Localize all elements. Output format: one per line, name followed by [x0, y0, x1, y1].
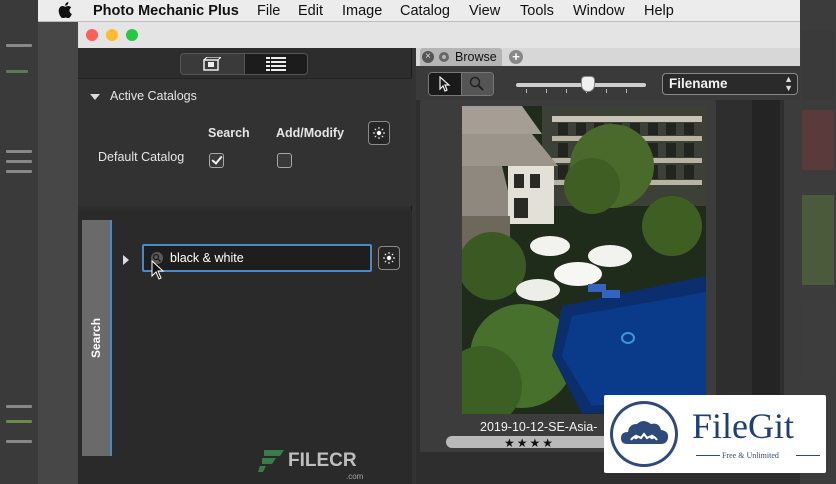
blurred-stripe — [6, 170, 32, 173]
search-side-tab-label: Search — [89, 317, 103, 359]
menu-bar: Photo Mechanic Plus File Edit Image Cata… — [38, 0, 800, 22]
slider-tick — [546, 89, 547, 93]
menu-edit[interactable]: Edit — [298, 3, 323, 19]
add-modify-column-header: Add/Modify — [276, 126, 345, 140]
magnifier-icon — [470, 76, 484, 91]
arrow-pointer-icon — [439, 76, 451, 92]
cloud-download-icon — [621, 421, 669, 444]
apple-icon[interactable] — [58, 2, 72, 22]
blurred-block — [802, 300, 834, 380]
background-desktop-left — [0, 0, 38, 484]
menu-file[interactable]: File — [257, 3, 280, 19]
sort-by-select[interactable]: Filename ▲ ▼ — [662, 73, 798, 95]
menu-catalog[interactable]: Catalog — [400, 3, 450, 19]
menu-view[interactable]: View — [469, 3, 500, 19]
blurred-stripe — [6, 44, 32, 47]
blurred-stripe — [6, 70, 28, 73]
thumbnail-filename[interactable]: 2019-10-12-SE-Asia- — [480, 420, 597, 434]
thumbnail-size-slider[interactable] — [516, 77, 646, 93]
collapse-triangle-icon[interactable] — [90, 94, 100, 100]
search-options-button[interactable] — [378, 246, 400, 270]
blurred-block — [802, 110, 834, 170]
browse-toolbar: Filename ▲ ▼ — [416, 66, 800, 100]
blurred-block — [802, 30, 834, 100]
blurred-stripe — [6, 160, 32, 163]
search-column-header: Search — [208, 126, 250, 140]
sort-by-value: Filename — [669, 76, 728, 91]
blurred-stripe — [6, 150, 32, 153]
photo-thumbnail[interactable] — [462, 106, 706, 414]
window-titlebar — [78, 22, 800, 48]
catalog-box-icon — [203, 57, 222, 71]
browse-tab-label: Browse — [455, 50, 497, 64]
menu-app-name[interactable]: Photo Mechanic Plus — [93, 3, 239, 19]
tagline-rule — [796, 455, 820, 456]
sun-icon — [383, 252, 395, 264]
filegit-tagline: Free & Unlimited — [722, 451, 779, 460]
filecr-watermark: FILECR .com — [258, 450, 363, 481]
gear-icon[interactable] — [438, 51, 450, 63]
filegit-logo-icon — [610, 401, 678, 467]
browse-tab-bar: × Browse + — [416, 48, 800, 66]
catalog-view-button[interactable] — [181, 54, 244, 74]
catalog-add-modify-checkbox[interactable] — [277, 153, 292, 168]
resort-photo-image — [462, 106, 706, 414]
mouse-cursor-icon — [151, 260, 165, 280]
zoom-tool-button[interactable] — [460, 73, 493, 95]
filegit-watermark: FileGit Free & Unlimited — [604, 395, 826, 473]
filecr-logo-icon — [258, 450, 284, 472]
menu-tools[interactable]: Tools — [520, 3, 554, 19]
list-icon — [265, 57, 286, 71]
minimize-window-button[interactable] — [106, 29, 118, 41]
select-arrows-icon: ▲ ▼ — [784, 74, 793, 93]
active-catalogs-title: Active Catalogs — [110, 89, 197, 103]
arrow-tool-button[interactable] — [429, 73, 461, 95]
filegit-brand-text: FileGit — [692, 406, 795, 446]
thumbnail-star-rating[interactable]: ★★★★ — [504, 436, 555, 450]
slider-tick — [626, 89, 627, 93]
blurred-stripe — [6, 405, 32, 408]
blurred-block — [802, 195, 834, 285]
panel-view-toggle — [180, 53, 308, 75]
search-input-box[interactable] — [142, 244, 372, 272]
browse-tab[interactable]: × Browse — [420, 48, 502, 66]
blurred-stripe — [6, 420, 32, 423]
catalog-name: Default Catalog — [98, 150, 185, 164]
search-area: Search black & white FILECR .com — [78, 210, 412, 484]
sun-icon — [373, 127, 385, 139]
apple-logo-svg — [58, 2, 72, 19]
tagline-rule — [696, 455, 720, 456]
expand-triangle-icon[interactable] — [123, 255, 129, 265]
menu-image[interactable]: Image — [342, 3, 382, 19]
active-catalogs-section: Active Catalogs Search Add/Modify Defaul… — [78, 78, 412, 206]
slider-tick — [606, 89, 607, 93]
background-desktop-left-inner — [38, 22, 78, 484]
search-input[interactable] — [170, 249, 366, 267]
zoom-window-button[interactable] — [126, 29, 138, 41]
filecr-watermark-sub: .com — [346, 472, 364, 481]
list-view-button[interactable] — [243, 54, 307, 74]
slider-knob[interactable] — [582, 77, 594, 91]
search-side-tab[interactable]: Search — [82, 220, 112, 456]
slider-tick — [526, 89, 527, 93]
slider-tick — [566, 89, 567, 93]
catalog-search-checkbox[interactable] — [209, 153, 224, 168]
tool-selector — [428, 72, 494, 96]
blurred-stripe — [6, 440, 32, 443]
add-tab-icon[interactable]: + — [509, 50, 523, 64]
close-window-button[interactable] — [86, 29, 98, 41]
filecr-watermark-text: FILECR — [288, 450, 357, 471]
left-panel: Active Catalogs Search Add/Modify Defaul… — [78, 48, 412, 484]
close-tab-icon[interactable]: × — [422, 51, 434, 63]
catalog-options-button[interactable] — [368, 121, 390, 145]
menu-help[interactable]: Help — [644, 3, 674, 19]
menu-window[interactable]: Window — [573, 3, 625, 19]
